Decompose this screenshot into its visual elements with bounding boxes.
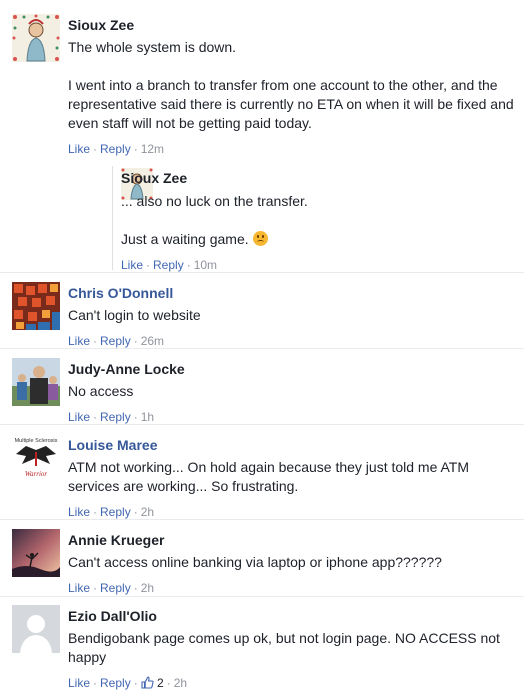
- separator: ·: [146, 258, 151, 272]
- sioux-zee-avatar-icon: [12, 14, 60, 62]
- timestamp[interactable]: 10m: [194, 258, 217, 272]
- separator: ·: [133, 676, 138, 690]
- svg-text:Multiple Sclerosis: Multiple Sclerosis: [15, 438, 58, 444]
- comment-actions: Like · Reply · 1h: [68, 409, 516, 425]
- avatar[interactable]: [12, 358, 60, 406]
- comment-text: No access: [68, 383, 134, 399]
- like-link[interactable]: Like: [68, 334, 90, 348]
- comment-author[interactable]: Judy-Anne Locke: [68, 360, 516, 378]
- separator: ·: [93, 676, 98, 690]
- comment-actions: Like · Reply · 2 · 2h: [68, 675, 516, 691]
- comment-author[interactable]: Louise Maree: [68, 436, 516, 454]
- divider: [0, 519, 524, 520]
- comment-paragraph: The whole system is down.: [68, 39, 237, 55]
- comment-actions: Like · Reply · 2h: [68, 580, 516, 596]
- avatar[interactable]: [12, 282, 60, 330]
- separator: ·: [93, 334, 98, 348]
- judy-anne-locke-avatar-icon: [12, 358, 60, 406]
- avatar[interactable]: Multiple Sclerosis Warrior: [12, 434, 60, 482]
- separator: ·: [133, 581, 138, 595]
- like-link[interactable]: Like: [68, 410, 90, 424]
- timestamp[interactable]: 26m: [141, 334, 164, 348]
- separator: ·: [93, 142, 98, 156]
- comment-actions: Like · Reply · 10m: [121, 257, 516, 273]
- separator: ·: [166, 676, 171, 690]
- comment-text: The whole system is down. I went into a …: [68, 38, 516, 133]
- thumbs-up-icon: [141, 676, 154, 689]
- separator: ·: [93, 505, 98, 519]
- comment-author[interactable]: Sioux Zee: [121, 169, 516, 187]
- reply-link[interactable]: Reply: [100, 410, 131, 424]
- timestamp[interactable]: 1h: [141, 410, 154, 424]
- separator: ·: [93, 581, 98, 595]
- reply-thread-line: [112, 166, 113, 270]
- reply-link[interactable]: Reply: [100, 581, 131, 595]
- timestamp[interactable]: 2h: [141, 505, 154, 519]
- separator: ·: [133, 142, 138, 156]
- comment-text: ... also no luck on the transfer. Just a…: [121, 192, 516, 249]
- comment-text: ATM not working... On hold again because…: [68, 459, 470, 494]
- reaction-count[interactable]: 2: [141, 676, 164, 690]
- frowning-emoji-icon: [252, 231, 268, 246]
- divider: [0, 272, 524, 273]
- reply-link[interactable]: Reply: [153, 258, 184, 272]
- comment-author[interactable]: Annie Krueger: [68, 531, 516, 549]
- reply-link[interactable]: Reply: [100, 334, 131, 348]
- avatar[interactable]: [12, 529, 60, 577]
- svg-text:Warrior: Warrior: [25, 470, 48, 478]
- chris-odonnell-avatar-icon: [12, 282, 60, 330]
- divider: [0, 424, 524, 425]
- separator: ·: [186, 258, 191, 272]
- like-link[interactable]: Like: [68, 142, 90, 156]
- reply-link[interactable]: Reply: [100, 676, 131, 690]
- sunset-avatar-icon: [12, 529, 60, 577]
- avatar[interactable]: [12, 14, 60, 62]
- timestamp[interactable]: 2h: [174, 676, 187, 690]
- reply-link[interactable]: Reply: [100, 505, 131, 519]
- separator: ·: [133, 505, 138, 519]
- comment-paragraph: Just a waiting game.: [121, 230, 516, 249]
- default-avatar-icon: [12, 605, 60, 653]
- separator: ·: [133, 410, 138, 424]
- comment-actions: Like · Reply · 26m: [68, 333, 516, 349]
- comment-paragraph: I went into a branch to transfer from on…: [68, 77, 514, 131]
- like-link[interactable]: Like: [121, 258, 143, 272]
- comment-text: Can't login to website: [68, 307, 201, 323]
- separator: ·: [133, 334, 138, 348]
- like-link[interactable]: Like: [68, 505, 90, 519]
- comment-actions: Like · Reply · 12m: [68, 141, 516, 157]
- timestamp[interactable]: 2h: [141, 581, 154, 595]
- comment-author[interactable]: Sioux Zee: [68, 16, 516, 34]
- divider: [0, 348, 524, 349]
- like-link[interactable]: Like: [68, 581, 90, 595]
- timestamp[interactable]: 12m: [141, 142, 164, 156]
- comment-text: Can't access online banking via laptop o…: [68, 554, 442, 570]
- likes-count: 2: [157, 676, 164, 690]
- like-link[interactable]: Like: [68, 676, 90, 690]
- avatar[interactable]: [12, 605, 60, 653]
- comment-text: Bendigobank page comes up ok, but not lo…: [68, 630, 500, 665]
- comment-author[interactable]: Chris O'Donnell: [68, 284, 516, 302]
- reply-link[interactable]: Reply: [100, 142, 131, 156]
- comment-paragraph: ... also no luck on the transfer.: [121, 193, 308, 209]
- comment-author[interactable]: Ezio Dall'Olio: [68, 607, 516, 625]
- ms-warrior-avatar-icon: Multiple Sclerosis Warrior: [12, 434, 60, 482]
- divider: [0, 596, 524, 597]
- separator: ·: [93, 410, 98, 424]
- comment-actions: Like · Reply · 2h: [68, 504, 516, 520]
